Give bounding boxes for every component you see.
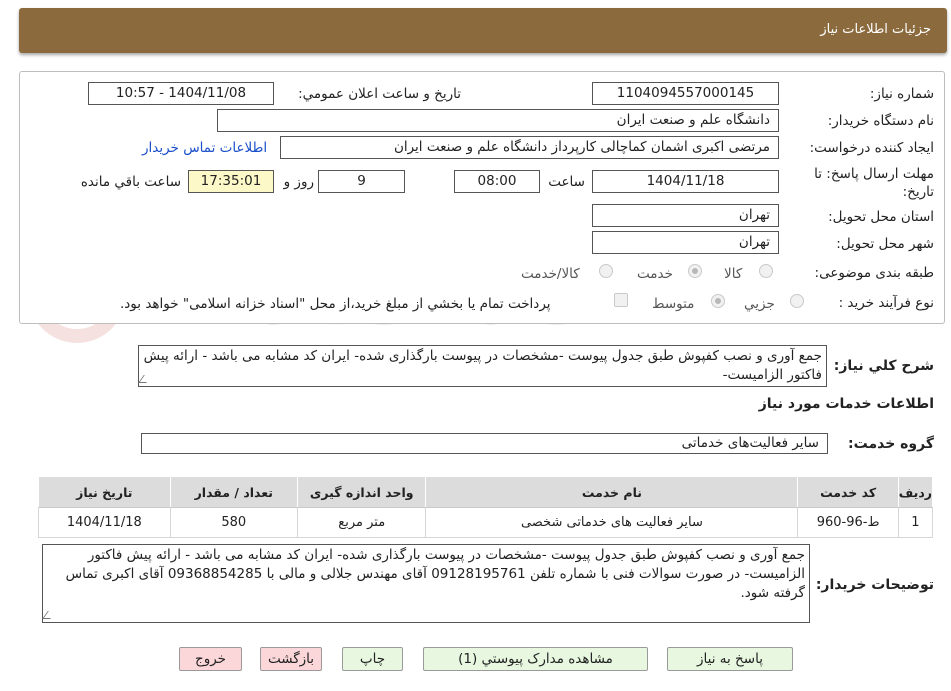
col-unit: واحد اندازه گيری [297, 476, 427, 508]
back-button[interactable]: بازگشت [260, 647, 322, 671]
process-label: نوع فرآيند خريد : [838, 295, 934, 311]
table-row: 1 ط-96-960 سایر فعالیت های خدماتی شخصی م… [38, 507, 934, 538]
reply-button[interactable]: پاسخ به نياز [667, 647, 793, 671]
buyer-org-field: دانشگاه علم و صنعت ايران [217, 109, 779, 132]
need-number-field: 1104094557000145 [592, 82, 779, 105]
print-button[interactable]: چاپ [342, 647, 403, 671]
process-medium-label: متوسط [652, 296, 695, 312]
cell-need-date: 1404/11/18 [38, 507, 171, 538]
col-service-code: کد خدمت [797, 476, 899, 508]
category-label: طبقه بندی موضوعی: [814, 265, 934, 281]
category-service-label: خدمت [637, 266, 673, 282]
need-number-label: شماره نیاز: [869, 86, 934, 102]
col-row-number: رديف [897, 476, 934, 508]
remaining-label: ساعت باقي مانده [80, 174, 181, 190]
creator-field: مرتضی اکبری اشمان کماچالی کارپرداز دانشگ… [280, 136, 779, 159]
category-goods-radio[interactable] [759, 264, 773, 278]
buyer-notes-textarea[interactable]: جمع آوری و نصب کفپوش طبق جدول پیوست -مشخ… [42, 544, 810, 623]
creator-label: ايجاد کننده درخواست: [809, 140, 934, 156]
services-table: رديف کد خدمت نام خدمت واحد اندازه گيری ت… [38, 476, 934, 538]
days-field: 9 [318, 170, 405, 193]
view-attachments-button[interactable]: مشاهده مدارک پيوستي (1) [423, 647, 648, 671]
treasury-note: پرداخت تمام يا بخشي از مبلغ خريد،از محل … [120, 296, 551, 312]
process-minor-label: جزيي [744, 296, 775, 312]
time-label: ساعت [548, 174, 585, 190]
col-service-name: نام خدمت [425, 476, 799, 508]
page-title: جزئیات اطلاعات نیاز [820, 22, 931, 37]
buyer-contact-link[interactable]: اطلاعات تماس خريدار [142, 140, 267, 156]
category-goods-service-label: کالا/خدمت [521, 266, 580, 282]
services-section-title: اطلاعات خدمات مورد نياز [758, 396, 934, 412]
table-header-row: رديف کد خدمت نام خدمت واحد اندازه گيری ت… [38, 476, 934, 508]
treasury-checkbox[interactable] [614, 293, 628, 307]
process-minor-radio[interactable] [790, 294, 804, 308]
cell-unit: متر مربع [297, 507, 427, 538]
exit-button[interactable]: خروج [179, 647, 242, 671]
process-medium-radio[interactable] [711, 294, 725, 308]
deadline-date-field: 1404/11/18 [592, 170, 779, 193]
days-label: روز و [283, 174, 314, 190]
province-field: تهران [592, 204, 779, 227]
deadline-label: مهلت ارسال پاسخ: تا [814, 166, 934, 182]
cell-quantity: 580 [169, 507, 299, 538]
col-quantity: تعداد / مقدار [169, 476, 299, 508]
service-group-label: گروه خدمت: [848, 436, 934, 452]
summary-label: شرح كلي نياز: [833, 358, 934, 374]
buyer-notes-label: توضيحات خريدار: [815, 577, 934, 593]
summary-textarea[interactable]: جمع آوری و نصب کفپوش طبق جدول پیوست -مشخ… [138, 345, 827, 387]
deadline-time-field: 08:00 [454, 170, 540, 193]
col-need-date: تاريخ نياز [38, 476, 171, 508]
deadline-label-date: تاریخ: [902, 184, 934, 200]
service-group-field: ساير فعاليت‌هاى خدماتى [141, 433, 828, 454]
category-service-radio[interactable] [688, 264, 702, 278]
city-label: شهر محل تحويل: [836, 236, 934, 252]
city-field: تهران [592, 231, 779, 254]
page-header: جزئیات اطلاعات نیاز [19, 8, 947, 53]
category-goods-label: کالا [724, 266, 743, 282]
announce-datetime-field: 1404/11/08 - 10:57 [88, 82, 274, 105]
buyer-org-label: نام دستگاه خريدار: [827, 113, 934, 129]
cell-service-code: ط-96-960 [797, 507, 899, 538]
province-label: استان محل تحويل: [828, 209, 934, 225]
announce-label: تاریخ و ساعت اعلان عمومي: [298, 86, 461, 102]
cell-service-name: سایر فعالیت های خدماتی شخصی [425, 507, 799, 538]
cell-row-number: 1 [897, 507, 934, 538]
category-goods-service-radio[interactable] [599, 264, 613, 278]
remaining-time-field: 17:35:01 [188, 170, 274, 193]
